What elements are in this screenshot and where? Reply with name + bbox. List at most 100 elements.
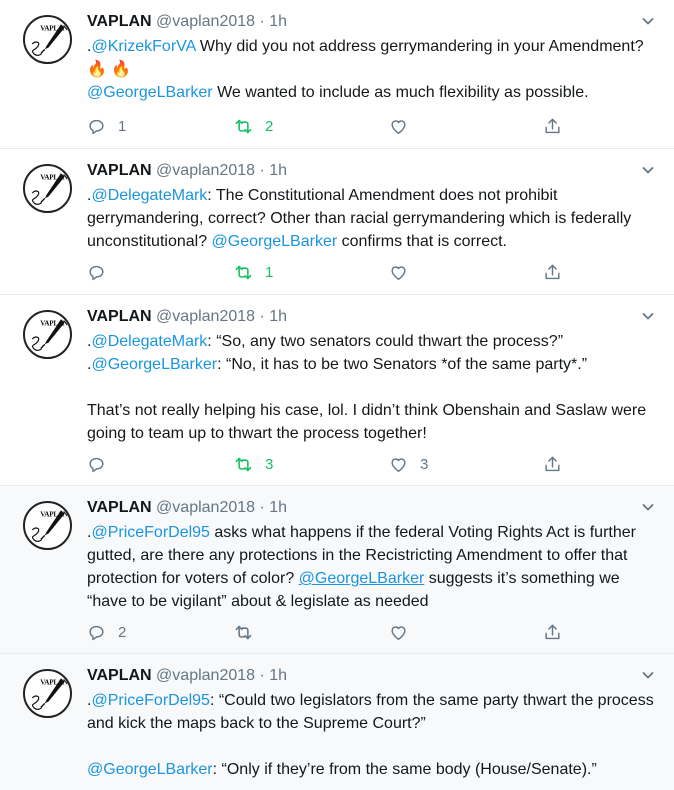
- svg-text:VAPLAN: VAPLAN: [40, 320, 68, 328]
- svg-text:VAPLAN: VAPLAN: [40, 174, 68, 182]
- reply-icon: [87, 455, 106, 474]
- mention-link[interactable]: @GeorgeLBarker: [299, 570, 425, 587]
- author-handle[interactable]: @vaplan2018: [156, 667, 255, 684]
- author-name[interactable]: VAPLAN: [87, 499, 152, 516]
- heart-icon: [389, 455, 408, 474]
- share-icon: [543, 455, 562, 474]
- reply-button[interactable]: 2: [87, 620, 126, 644]
- mention-link[interactable]: @DelegateMark: [91, 333, 207, 350]
- svg-text:VAPLAN: VAPLAN: [40, 511, 68, 519]
- timestamp[interactable]: 1h: [269, 499, 287, 516]
- like-count: 3: [420, 455, 429, 473]
- like-button[interactable]: [389, 260, 420, 284]
- tweet-text: .@KrizekForVA Why did you not address ge…: [87, 38, 644, 101]
- tweet-actions: 2: [87, 620, 567, 644]
- timestamp[interactable]: 1h: [269, 162, 287, 179]
- chevron-down-icon[interactable]: [640, 13, 656, 29]
- tweet[interactable]: VAPLAN VAPLAN @vaplan2018 · 1h .@PriceFo…: [0, 654, 674, 790]
- tweet[interactable]: VAPLAN VAPLAN @vaplan2018 · 1h .@PriceFo…: [0, 486, 674, 654]
- like-button[interactable]: [389, 620, 420, 644]
- tweet-actions: 3 3: [87, 452, 567, 476]
- reply-button[interactable]: [87, 452, 118, 476]
- retweet-button[interactable]: [234, 620, 265, 644]
- reply-count: 2: [118, 623, 127, 641]
- author-handle[interactable]: @vaplan2018: [156, 13, 255, 30]
- chevron-down-icon[interactable]: [640, 667, 656, 683]
- timestamp[interactable]: 1h: [269, 667, 287, 684]
- retweet-button[interactable]: 2: [234, 114, 273, 138]
- tweet-text: .@PriceForDel95: “Could two legislators …: [87, 692, 654, 778]
- heart-icon: [389, 117, 408, 136]
- timestamp[interactable]: 1h: [269, 13, 287, 30]
- chevron-down-icon[interactable]: [640, 162, 656, 178]
- chevron-down-icon[interactable]: [640, 499, 656, 515]
- separator-dot: ·: [259, 13, 265, 30]
- separator-dot: ·: [259, 162, 265, 179]
- tweet[interactable]: VAPLAN VAPLAN @vaplan2018 · 1h .@Delegat…: [0, 149, 674, 295]
- author-name[interactable]: VAPLAN: [87, 162, 152, 179]
- tweet-header: VAPLAN @vaplan2018 · 1h: [87, 665, 287, 687]
- author-name[interactable]: VAPLAN: [87, 308, 152, 325]
- tweet-actions: 1 2: [87, 114, 567, 138]
- like-button[interactable]: [389, 114, 420, 138]
- author-name[interactable]: VAPLAN: [87, 667, 152, 684]
- timestamp[interactable]: 1h: [269, 308, 287, 325]
- retweet-icon: [234, 455, 253, 474]
- retweet-count: 3: [265, 455, 274, 473]
- reply-button[interactable]: 1: [87, 114, 126, 138]
- share-icon: [543, 263, 562, 282]
- share-button[interactable]: [543, 452, 562, 476]
- tweet-actions: 1: [87, 260, 567, 284]
- mention-link[interactable]: @GeorgeLBarker: [212, 233, 338, 250]
- tweet-text: .@DelegateMark: The Constitutional Amend…: [87, 187, 632, 250]
- tweet-text: .@PriceForDel95 asks what happens if the…: [87, 524, 636, 610]
- mention-link[interactable]: @PriceForDel95: [91, 692, 210, 709]
- separator-dot: ·: [259, 667, 265, 684]
- chevron-down-icon[interactable]: [640, 308, 656, 324]
- tweet-header: VAPLAN @vaplan2018 · 1h: [87, 497, 287, 519]
- retweet-button[interactable]: 3: [234, 452, 273, 476]
- tweet-header: VAPLAN @vaplan2018 · 1h: [87, 11, 287, 33]
- mention-link[interactable]: @PriceForDel95: [91, 524, 210, 541]
- avatar[interactable]: VAPLAN: [23, 669, 72, 718]
- author-handle[interactable]: @vaplan2018: [156, 162, 255, 179]
- share-icon: [543, 623, 562, 642]
- like-button[interactable]: 3: [389, 452, 428, 476]
- mention-link[interactable]: @KrizekForVA: [91, 38, 195, 55]
- share-button[interactable]: [543, 620, 562, 644]
- tweet[interactable]: VAPLAN VAPLAN @vaplan2018 · 1h .@KrizekF…: [0, 0, 674, 149]
- reply-icon: [87, 623, 106, 642]
- tweet[interactable]: VAPLAN VAPLAN @vaplan2018 · 1h .@Delegat…: [0, 295, 674, 486]
- avatar[interactable]: VAPLAN: [23, 310, 72, 359]
- retweet-icon: [234, 623, 253, 642]
- mention-link[interactable]: @DelegateMark: [91, 187, 207, 204]
- avatar[interactable]: VAPLAN: [23, 164, 72, 213]
- mention-link[interactable]: @GeorgeLBarker: [91, 356, 217, 373]
- retweet-icon: [234, 117, 253, 136]
- share-button[interactable]: [543, 114, 562, 138]
- heart-icon: [389, 623, 408, 642]
- separator-dot: ·: [259, 499, 265, 516]
- retweet-button[interactable]: 1: [234, 260, 273, 284]
- reply-icon: [87, 117, 106, 136]
- svg-text:VAPLAN: VAPLAN: [40, 679, 68, 687]
- mention-link[interactable]: @GeorgeLBarker: [87, 761, 213, 778]
- separator-dot: ·: [259, 308, 265, 325]
- share-button[interactable]: [543, 260, 562, 284]
- tweet-text: .@DelegateMark: “So, any two senators co…: [87, 333, 647, 442]
- reply-count: 1: [118, 117, 127, 135]
- heart-icon: [389, 263, 408, 282]
- author-handle[interactable]: @vaplan2018: [156, 499, 255, 516]
- mention-link[interactable]: @GeorgeLBarker: [87, 84, 213, 101]
- author-name[interactable]: VAPLAN: [87, 13, 152, 30]
- retweet-count: 2: [265, 117, 274, 135]
- reply-button[interactable]: [87, 260, 118, 284]
- reply-icon: [87, 263, 106, 282]
- tweet-header: VAPLAN @vaplan2018 · 1h: [87, 160, 287, 182]
- retweet-icon: [234, 263, 253, 282]
- avatar[interactable]: VAPLAN: [23, 15, 72, 64]
- retweet-count: 1: [265, 263, 274, 281]
- share-icon: [543, 117, 562, 136]
- avatar[interactable]: VAPLAN: [23, 501, 72, 550]
- author-handle[interactable]: @vaplan2018: [156, 308, 255, 325]
